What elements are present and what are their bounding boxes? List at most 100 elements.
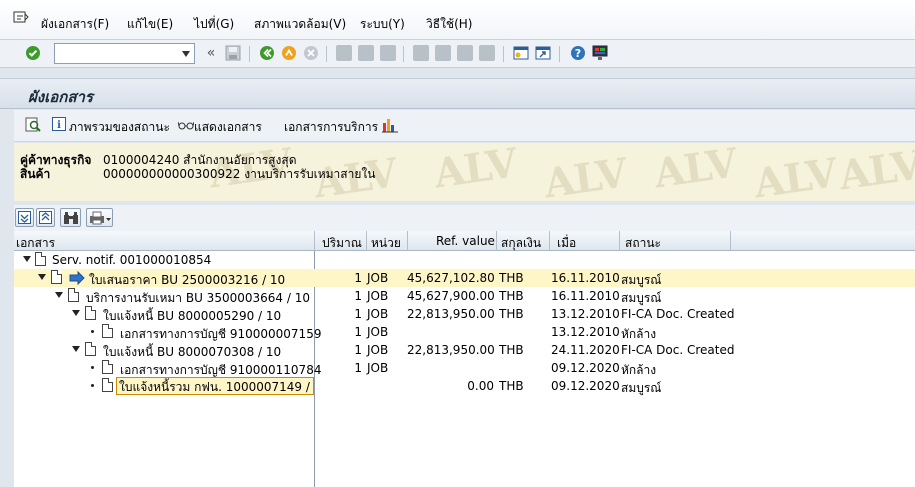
column-header-ref-value[interactable]: Ref. value (436, 234, 495, 248)
cell-status: สมบูรณ์ (621, 381, 662, 395)
cell-date: 09.12.2020 (551, 361, 620, 375)
menu-edit[interactable]: แก้ไข(E) (127, 15, 173, 34)
leaf-bullet (91, 384, 94, 387)
enter-check-icon[interactable] (24, 44, 42, 62)
table-row[interactable]: เอกสารทางการบัญชี 910000110784 1 JOB 09.… (14, 359, 915, 377)
column-headers: เอกสาร ปริมาณ หน่วย Ref. value สกุลเงิน … (14, 231, 915, 251)
cell-ref-value: 22,813,950.00 (407, 343, 495, 357)
table-row[interactable]: Serv. notif. 001000010854 (14, 251, 915, 269)
cell-status: FI-CA Doc. Created (621, 307, 735, 321)
info-icon: i (52, 117, 66, 131)
column-divider (407, 231, 408, 251)
grid-toolbar (14, 205, 915, 231)
document-flow-tree: เอกสาร ปริมาณ หน่วย Ref. value สกุลเงิน … (14, 231, 915, 487)
glasses-icon (178, 121, 194, 130)
table-row[interactable]: ใบแจ้งหนี้ BU 8000070308 / 10 1 JOB 22,8… (14, 341, 915, 359)
command-field[interactable] (54, 43, 195, 64)
toolbar-separator (249, 46, 250, 62)
cell-currency: THB (499, 289, 524, 303)
cell-date: 24.11.2020 (551, 343, 620, 357)
document-icon (102, 360, 113, 374)
toolbar-separator (326, 46, 327, 62)
menu-goto[interactable]: ไปที่(G) (194, 15, 234, 34)
menu-environment[interactable]: สภาพแวดล้อม(V) (254, 15, 346, 34)
save-icon[interactable] (224, 44, 242, 62)
collapse-icon[interactable] (38, 274, 46, 280)
exit-icon[interactable] (280, 44, 298, 62)
alv-watermark: ALV (431, 143, 520, 198)
toolbar-separator (559, 46, 560, 62)
collapse-all-icon[interactable] (36, 208, 55, 227)
system-menu-icon[interactable] (13, 11, 29, 25)
cell-unit: JOB (367, 271, 389, 285)
cell-unit: JOB (367, 289, 389, 303)
nav-back-icon[interactable]: « (202, 44, 220, 62)
toolbar-separator (403, 46, 404, 62)
cell-document[interactable]: ใบแจ้งหนี้รวม กฟน. 1000007149 / 2 (116, 377, 314, 395)
cell-currency: THB (499, 271, 524, 285)
cell-quantity: 1 (354, 271, 362, 285)
status-overview-button[interactable]: ภาพรวมของสถานะ (69, 118, 170, 137)
cell-unit: JOB (367, 361, 389, 375)
print-icon[interactable] (86, 208, 113, 227)
product-label: สินค้า (20, 167, 51, 181)
first-page-icon[interactable] (412, 44, 430, 62)
document-icon (102, 378, 113, 392)
cell-quantity: 1 (354, 343, 362, 357)
cell-document: Serv. notif. 001000010854 (52, 253, 212, 267)
table-row[interactable]: บริการงานรับเหมา BU 3500003664 / 10 1 JO… (14, 287, 915, 305)
cell-unit: JOB (367, 307, 389, 321)
cell-date: 16.11.2010 (551, 271, 620, 285)
table-row[interactable]: ใบแจ้งหนี้ BU 8000005290 / 10 1 JOB 22,8… (14, 305, 915, 323)
last-page-icon[interactable] (478, 44, 496, 62)
table-row[interactable]: เอกสารทางการบัญชี 910000007159 1 JOB 13.… (14, 323, 915, 341)
new-session-icon[interactable] (512, 44, 530, 62)
collapse-icon[interactable] (72, 346, 80, 352)
column-divider (366, 231, 367, 251)
alv-watermark: ALV (751, 149, 840, 201)
header-info: ALV ALV ALV ALV ALV ALV ALV คู่ค้าทางธุร… (14, 143, 915, 201)
next-page-icon[interactable] (456, 44, 474, 62)
find-icon[interactable] (60, 208, 81, 227)
collapse-icon[interactable] (55, 292, 63, 298)
document-icon (35, 252, 46, 266)
document-icon (85, 342, 96, 356)
current-document-arrow-icon (69, 271, 85, 285)
table-row-selected[interactable]: ใบแจ้งหนี้รวม กฟน. 1000007149 / 2 0.00 T… (14, 377, 915, 395)
customize-layout-icon[interactable] (591, 44, 609, 62)
product-value: 000000000000300922 งานบริการรับเหมาสายใน (103, 167, 376, 181)
standard-toolbar: « ? (0, 40, 915, 68)
chart-icon[interactable] (382, 117, 398, 133)
menu-system[interactable]: ระบบ(Y) (360, 15, 405, 34)
shortcut-icon[interactable] (534, 44, 552, 62)
find-icon[interactable] (357, 44, 375, 62)
alv-watermark: ALV (836, 143, 915, 200)
chevron-down-icon[interactable] (182, 51, 190, 57)
expand-all-icon[interactable] (15, 208, 34, 227)
document-icon (102, 324, 113, 338)
document-icon (51, 270, 62, 284)
find-next-icon[interactable] (379, 44, 397, 62)
show-document-button[interactable]: แสดงเอกสาร (194, 118, 262, 137)
back-icon[interactable] (258, 44, 276, 62)
display-document-icon[interactable] (25, 117, 41, 133)
application-toolbar: i ภาพรวมของสถานะ แสดงเอกสาร เอกสารการบริ… (14, 110, 915, 142)
column-divider (496, 231, 497, 251)
menu-help[interactable]: วิธีใช้(H) (426, 15, 472, 34)
previous-page-icon[interactable] (434, 44, 452, 62)
table-row-current[interactable]: ใบเสนอราคา BU 2500003216 / 10 1 JOB 45,6… (14, 269, 915, 287)
cell-ref-value: 22,813,950.00 (407, 307, 495, 321)
collapse-icon[interactable] (23, 256, 31, 262)
alv-watermark: ALV (541, 149, 630, 201)
collapse-icon[interactable] (72, 310, 80, 316)
page-title: ผังเอกสาร (28, 88, 93, 106)
print-icon[interactable] (335, 44, 353, 62)
cancel-icon[interactable] (302, 44, 320, 62)
cell-currency: THB (499, 307, 524, 321)
service-documents-button[interactable]: เอกสารการบริการ (284, 118, 378, 137)
column-divider (314, 231, 315, 251)
menu-document-flow[interactable]: ผังเอกสาร(F) (41, 15, 109, 34)
help-icon[interactable]: ? (569, 44, 587, 62)
leaf-bullet (91, 330, 94, 333)
cell-status: FI-CA Doc. Created (621, 343, 735, 357)
